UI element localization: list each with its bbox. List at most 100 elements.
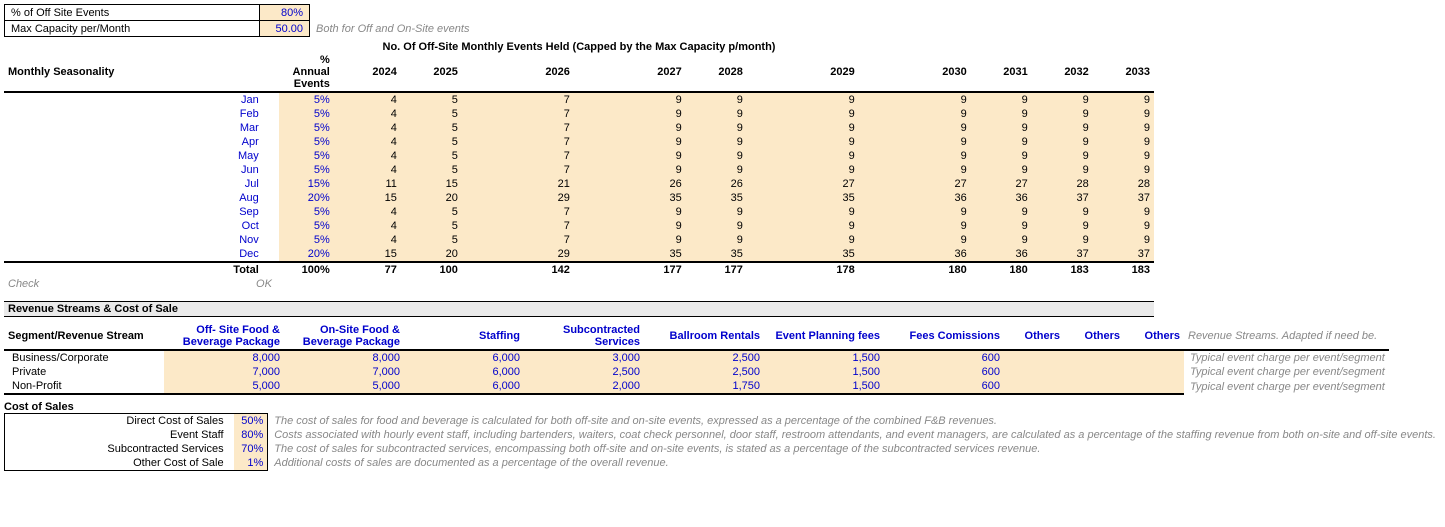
revenue-value[interactable]: 2,000 xyxy=(524,379,644,394)
revenue-value[interactable]: 6,000 xyxy=(404,350,524,365)
season-value: 27 xyxy=(747,177,859,191)
cos-note: The cost of sales for food and beverage … xyxy=(268,414,1441,429)
revenue-row: Non-Profit5,0005,0006,0002,0001,7501,500… xyxy=(4,379,1389,394)
season-value: 7 xyxy=(462,121,574,135)
month-pct[interactable]: 5% xyxy=(279,92,340,107)
max-cap-value[interactable]: 50.00 xyxy=(260,21,310,37)
month-label: Aug xyxy=(208,191,279,205)
cos-value[interactable]: 80% xyxy=(234,428,268,442)
revenue-value[interactable] xyxy=(1064,365,1124,379)
season-value: 9 xyxy=(747,121,859,135)
revenue-col-header: Others xyxy=(1124,323,1184,350)
season-value: 9 xyxy=(1093,121,1154,135)
season-value: 9 xyxy=(971,219,1032,233)
month-pct[interactable]: 20% xyxy=(279,247,340,262)
revenue-value[interactable]: 1,500 xyxy=(764,379,884,394)
revenue-value[interactable] xyxy=(1124,365,1184,379)
season-value: 5 xyxy=(401,107,462,121)
season-value: 9 xyxy=(686,233,747,247)
revenue-value[interactable] xyxy=(1124,350,1184,365)
cos-value[interactable]: 50% xyxy=(234,414,268,429)
season-row: Jun5%4579999999 xyxy=(4,163,1154,177)
revenue-value[interactable]: 1,500 xyxy=(764,350,884,365)
season-value: 9 xyxy=(859,163,971,177)
season-value: 21 xyxy=(462,177,574,191)
revenue-value[interactable] xyxy=(1064,350,1124,365)
month-pct[interactable]: 15% xyxy=(279,177,340,191)
revenue-col-header: Fees Comissions xyxy=(884,323,1004,350)
revenue-value[interactable] xyxy=(1124,379,1184,394)
revenue-value[interactable]: 8,000 xyxy=(284,350,404,365)
season-value: 37 xyxy=(1032,191,1093,205)
revenue-value[interactable]: 2,500 xyxy=(644,350,764,365)
revenue-value[interactable]: 600 xyxy=(884,365,1004,379)
month-pct[interactable]: 5% xyxy=(279,135,340,149)
total-value: 180 xyxy=(971,262,1032,277)
month-pct[interactable]: 5% xyxy=(279,163,340,177)
season-value: 9 xyxy=(1032,92,1093,107)
season-value: 9 xyxy=(859,233,971,247)
revenue-value[interactable]: 1,750 xyxy=(644,379,764,394)
revenue-value[interactable]: 6,000 xyxy=(404,379,524,394)
season-value: 9 xyxy=(1093,92,1154,107)
segment-label: Private xyxy=(4,365,164,379)
cos-value[interactable]: 70% xyxy=(234,442,268,456)
year-header: 2032 xyxy=(1032,53,1093,92)
month-pct[interactable]: 5% xyxy=(279,149,340,163)
season-value: 7 xyxy=(462,233,574,247)
pct-offsite-value[interactable]: 80% xyxy=(260,5,310,21)
season-value: 15 xyxy=(340,191,401,205)
season-value: 36 xyxy=(859,247,971,262)
season-value: 9 xyxy=(1093,205,1154,219)
revenue-value[interactable]: 600 xyxy=(884,350,1004,365)
params-table: % of Off Site Events 80% Max Capacity pe… xyxy=(4,4,476,37)
year-header: 2027 xyxy=(574,53,686,92)
season-value: 9 xyxy=(747,205,859,219)
revenue-value[interactable] xyxy=(1004,379,1064,394)
season-value: 29 xyxy=(462,247,574,262)
revenue-value[interactable]: 7,000 xyxy=(284,365,404,379)
month-pct[interactable]: 5% xyxy=(279,107,340,121)
season-value: 9 xyxy=(574,121,686,135)
season-value: 35 xyxy=(686,191,747,205)
month-pct[interactable]: 5% xyxy=(279,233,340,247)
month-label: Nov xyxy=(208,233,279,247)
cos-note: The cost of sales for subcontracted serv… xyxy=(268,442,1441,456)
cos-note: Additional costs of sales are documented… xyxy=(268,456,1441,471)
season-value: 9 xyxy=(686,205,747,219)
revenue-value[interactable]: 8,000 xyxy=(164,350,284,365)
month-label: Jun xyxy=(208,163,279,177)
season-value: 5 xyxy=(401,92,462,107)
revenue-value[interactable] xyxy=(1064,379,1124,394)
revenue-value[interactable]: 5,000 xyxy=(284,379,404,394)
revenue-row: Business/Corporate8,0008,0006,0003,0002,… xyxy=(4,350,1389,365)
season-value: 7 xyxy=(462,135,574,149)
month-label: Sep xyxy=(208,205,279,219)
revenue-value[interactable]: 600 xyxy=(884,379,1004,394)
revenue-value[interactable]: 2,500 xyxy=(524,365,644,379)
season-value: 4 xyxy=(340,219,401,233)
season-value: 5 xyxy=(401,135,462,149)
season-value: 9 xyxy=(686,121,747,135)
revenue-value[interactable]: 3,000 xyxy=(524,350,644,365)
revenue-value[interactable] xyxy=(1004,365,1064,379)
revenue-value[interactable]: 2,500 xyxy=(644,365,764,379)
revenue-row-note: Typical event charge per event/segment xyxy=(1184,350,1389,365)
season-value: 9 xyxy=(574,149,686,163)
month-pct[interactable]: 20% xyxy=(279,191,340,205)
revenue-value[interactable] xyxy=(1004,350,1064,365)
month-pct[interactable]: 5% xyxy=(279,219,340,233)
revenue-value[interactable]: 5,000 xyxy=(164,379,284,394)
max-cap-note: Both for Off and On-Site events xyxy=(310,21,476,37)
revenue-value[interactable]: 1,500 xyxy=(764,365,884,379)
revenue-col-header: Event Planning fees xyxy=(764,323,884,350)
month-pct[interactable]: 5% xyxy=(279,121,340,135)
season-value: 9 xyxy=(686,163,747,177)
segment-header: Segment/Revenue Stream xyxy=(4,323,164,350)
season-value: 9 xyxy=(859,121,971,135)
revenue-value[interactable]: 7,000 xyxy=(164,365,284,379)
cos-value[interactable]: 1% xyxy=(234,456,268,471)
revenue-value[interactable]: 6,000 xyxy=(404,365,524,379)
season-value: 9 xyxy=(971,107,1032,121)
month-pct[interactable]: 5% xyxy=(279,205,340,219)
